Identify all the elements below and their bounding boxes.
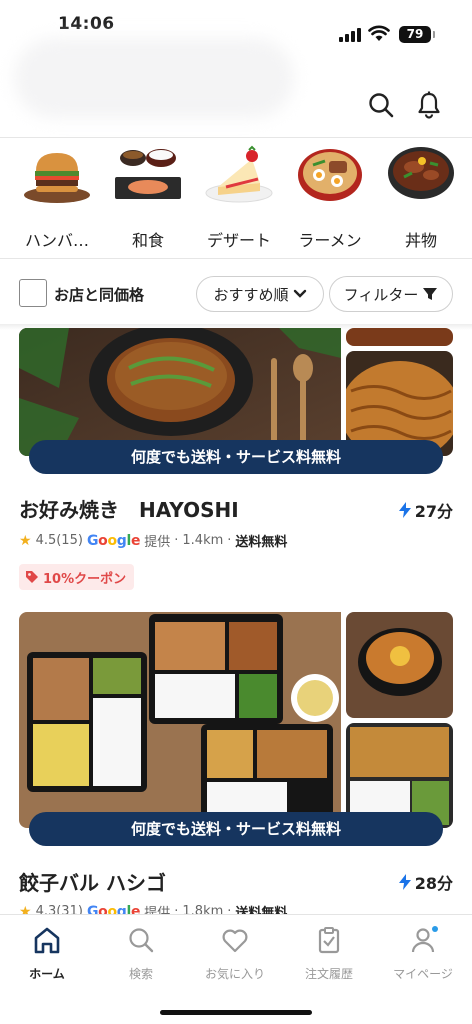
restaurant-card[interactable]: 何度でも送料・サービス料無料 餃子バル ハシゴ 28分 ★ 4.3(31) Go… <box>19 612 453 921</box>
chevron-down-icon <box>293 289 306 298</box>
search-icon <box>129 928 154 953</box>
side-photo-top <box>346 328 453 346</box>
provided-label: 提供 <box>144 535 171 550</box>
lightning-icon <box>398 874 411 890</box>
star-icon: ★ <box>19 532 32 549</box>
category-donburi[interactable]: 丼物 <box>376 143 466 251</box>
coupon-badge: 10%クーポン <box>19 564 135 590</box>
category-label: デザート <box>206 231 271 250</box>
same-price-label: お店と同価格 <box>54 286 145 304</box>
category-label: 丼物 <box>404 231 437 250</box>
nav-mypage[interactable]: マイページ <box>376 925 470 982</box>
nav-label: お気に入り <box>204 967 265 981</box>
delivery-eta: 27分 <box>398 498 453 522</box>
user-icon <box>411 926 438 953</box>
nav-label: 検索 <box>128 967 153 981</box>
nav-label: 注文履歴 <box>304 967 353 981</box>
rating-text: 4.5(15) <box>35 533 83 548</box>
restaurant-meta: ★ 4.5(15) Google 提供 · 1.4km · 送料無料 <box>19 532 288 551</box>
eta-text: 27分 <box>414 502 453 521</box>
bento-photo <box>19 612 341 828</box>
delivery-eta: 28分 <box>398 870 453 894</box>
status-time: 14:06 <box>58 14 115 34</box>
home-indicator <box>160 1010 312 1015</box>
category-row: ハンバ… 和食 デザート ラーメン 丼物 <box>0 143 472 258</box>
restaurant-name[interactable]: 餃子バル ハシゴ <box>19 867 166 896</box>
home-icon <box>34 927 60 954</box>
okonomiyaki-photo <box>19 328 341 456</box>
sort-dropdown[interactable]: おすすめ順 <box>196 276 324 312</box>
nav-order-history[interactable]: 注文履歴 <box>282 925 376 982</box>
same-price-checkbox[interactable] <box>19 279 47 307</box>
funnel-icon <box>423 288 438 300</box>
distance-text: 1.4km <box>182 533 224 548</box>
eta-text: 28分 <box>414 874 453 893</box>
battery-icon: 79 <box>399 26 435 43</box>
sort-label: おすすめ順 <box>213 285 289 304</box>
nav-home[interactable]: ホーム <box>0 925 94 982</box>
search-icon[interactable] <box>366 90 396 120</box>
heart-icon <box>222 929 248 953</box>
ramen-image <box>298 149 362 201</box>
signal-icon <box>339 28 361 42</box>
cake-image <box>205 145 273 203</box>
delivery-fee-text: 送料無料 <box>235 535 288 550</box>
wifi-icon <box>368 25 390 41</box>
category-label: 和食 <box>131 231 164 250</box>
google-logo: Google <box>86 532 141 549</box>
donburi-photo <box>346 612 453 718</box>
lightning-icon <box>398 502 411 518</box>
nav-search[interactable]: 検索 <box>94 925 188 982</box>
category-divider <box>0 258 472 259</box>
tag-icon <box>26 571 38 583</box>
category-washoku[interactable]: 和食 <box>103 143 193 251</box>
nav-favorites[interactable]: お気に入り <box>188 925 282 982</box>
category-label: ハンバ… <box>24 231 89 250</box>
hamburger-image <box>24 153 90 203</box>
coupon-text: 10%クーポン <box>43 571 127 587</box>
category-dessert[interactable]: デザート <box>194 143 284 251</box>
restaurant-name[interactable]: お好み焼き HAYOSHI <box>19 494 239 523</box>
clipboard-icon <box>318 927 340 954</box>
blurred-address <box>14 38 294 118</box>
free-delivery-banner: 何度でも送料・サービス料無料 <box>29 440 443 474</box>
nav-label: ホーム <box>29 967 65 981</box>
bell-icon[interactable] <box>414 90 444 120</box>
header-divider <box>0 137 472 138</box>
free-delivery-banner: 何度でも送料・サービス料無料 <box>29 812 443 846</box>
restaurant-card[interactable]: 何度でも送料・サービス料無料 お好み焼き HAYOSHI 27分 ★ 4.5(1… <box>19 328 453 590</box>
japanese-meal-image <box>115 149 181 199</box>
category-label: ラーメン <box>298 231 362 250</box>
category-ramen[interactable]: ラーメン <box>285 143 375 251</box>
bottom-nav: ホーム 検索 お気に入り 注文履歴 マイページ <box>0 914 472 1024</box>
donburi-image <box>388 147 454 199</box>
nav-label: マイページ <box>393 967 453 981</box>
filter-row: お店と同価格 おすすめ順 フィルター <box>0 274 472 314</box>
category-hamburger[interactable]: ハンバ… <box>12 143 102 251</box>
filter-label: フィルター <box>343 285 419 304</box>
filter-button[interactable]: フィルター <box>329 276 453 312</box>
